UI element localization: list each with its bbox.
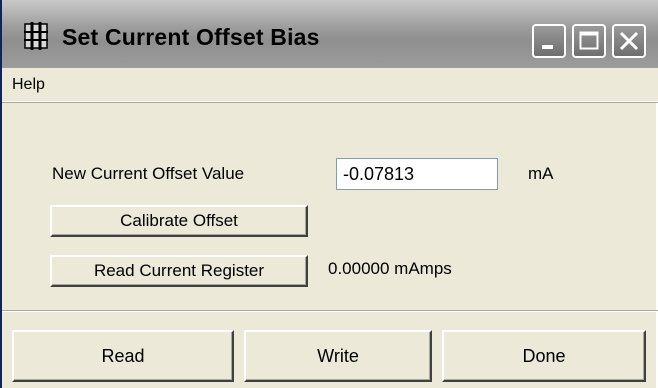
dialog-window: Set Current Offset Bias Help New Current… — [0, 0, 658, 388]
menu-divider — [2, 102, 658, 103]
title-bar[interactable]: Set Current Offset Bias — [2, 0, 658, 68]
menu-help[interactable]: Help — [12, 76, 45, 94]
offset-unit-label: mA — [528, 164, 554, 183]
maximize-icon — [579, 31, 599, 50]
write-button[interactable]: Write — [244, 330, 432, 382]
close-button[interactable] — [612, 24, 646, 58]
minimize-button[interactable] — [532, 24, 566, 58]
section-divider — [2, 310, 658, 312]
close-icon — [619, 31, 639, 51]
read-current-register-button[interactable]: Read Current Register — [50, 255, 308, 287]
offset-value-label: New Current Offset Value — [52, 164, 245, 183]
calibrate-offset-button[interactable]: Calibrate Offset — [50, 205, 308, 237]
done-button[interactable]: Done — [442, 330, 646, 382]
grid-app-icon — [24, 22, 48, 50]
maximize-button[interactable] — [572, 24, 606, 58]
minimize-icon — [542, 45, 553, 49]
read-button[interactable]: Read — [12, 330, 234, 382]
offset-value-input[interactable] — [336, 158, 498, 190]
register-reading-value: 0.00000 mAmps — [328, 259, 452, 278]
menu-bar: Help — [2, 68, 658, 102]
window-title: Set Current Offset Bias — [62, 24, 320, 50]
